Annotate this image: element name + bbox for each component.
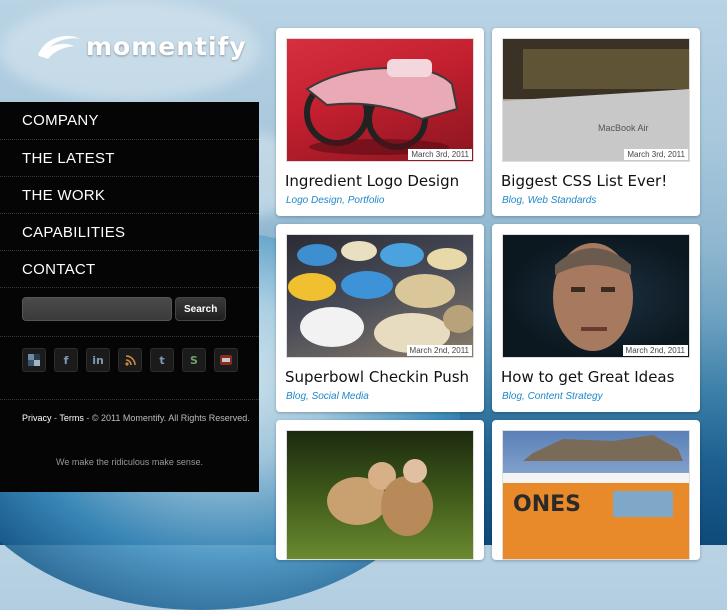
post-tags: Blog, Content Strategy <box>502 391 603 402</box>
nav-item-capabilities[interactable]: CAPABILITIES <box>0 214 259 251</box>
tag-link[interactable]: Web Standards <box>528 195 597 206</box>
monkeys-image <box>327 459 433 536</box>
tag-link[interactable]: Blog <box>502 195 522 206</box>
youtube-icon[interactable] <box>214 348 238 372</box>
logo-icon <box>38 35 80 59</box>
linkedin-icon[interactable]: in <box>86 348 110 372</box>
vehicle-image <box>304 59 459 155</box>
rss-icon[interactable] <box>118 348 142 372</box>
terms-link[interactable]: Terms <box>59 413 84 423</box>
post-card[interactable]: ONES <box>492 420 700 560</box>
post-thumbnail[interactable]: ONES <box>502 430 690 560</box>
badges-image <box>288 241 473 353</box>
skype-icon[interactable]: S <box>182 348 206 372</box>
site-logo[interactable]: momentify <box>36 32 247 61</box>
brand-name: momentify <box>86 32 247 61</box>
post-thumbnail[interactable]: March 2nd, 2011 <box>502 234 690 358</box>
search-input[interactable] <box>22 297 172 321</box>
post-card[interactable]: March 2nd, 2011 How to get Great Ideas B… <box>492 224 700 412</box>
post-card[interactable]: March 2nd, 2011 Superbowl Checkin Push B… <box>276 224 484 412</box>
nav-item-the-work[interactable]: THE WORK <box>0 177 259 214</box>
tag-link[interactable]: Logo Design <box>286 195 342 206</box>
divider <box>0 336 259 337</box>
tag-link[interactable]: Blog <box>286 391 306 402</box>
copyright-text: - © 2011 Momentify. All Rights Reserved. <box>83 413 250 423</box>
svg-text:ONES: ONES <box>513 492 581 517</box>
post-title[interactable]: Biggest CSS List Ever! <box>501 172 667 190</box>
search-form: Search <box>22 297 227 321</box>
privacy-link[interactable]: Privacy <box>22 413 52 423</box>
social-links: f in t S <box>22 348 238 372</box>
post-card[interactable]: March 3rd, 2011 Ingredient Logo Design L… <box>276 28 484 216</box>
post-tags: Blog, Web Standards <box>502 195 597 206</box>
post-thumbnail[interactable]: March 3rd, 2011 <box>286 38 474 162</box>
tagline: We make the ridiculous make sense. <box>56 457 203 467</box>
tag-link[interactable]: Blog <box>502 391 522 402</box>
post-date: March 3rd, 2011 <box>408 149 472 160</box>
nav-item-the-latest[interactable]: THE LATEST <box>0 140 259 177</box>
twitter-icon[interactable]: t <box>150 348 174 372</box>
post-card[interactable]: MacBook Air March 3rd, 2011 Biggest CSS … <box>492 28 700 216</box>
facebook-icon[interactable]: f <box>54 348 78 372</box>
search-button[interactable]: Search <box>175 297 227 321</box>
post-thumbnail[interactable]: MacBook Air March 3rd, 2011 <box>502 38 690 162</box>
footer-links: Privacy - Terms - © 2011 Momentify. All … <box>22 413 250 423</box>
delicious-icon[interactable] <box>22 348 46 372</box>
bus-image: ONES <box>503 435 689 559</box>
nav-item-contact[interactable]: CONTACT <box>0 251 259 288</box>
tag-link[interactable]: Social Media <box>312 391 369 402</box>
svg-text:MacBook Air: MacBook Air <box>598 123 649 133</box>
post-thumbnail[interactable]: March 2nd, 2011 <box>286 234 474 358</box>
post-date: March 2nd, 2011 <box>622 345 688 356</box>
post-title[interactable]: Superbowl Checkin Push <box>285 368 469 386</box>
tag-link[interactable]: Content Strategy <box>528 391 603 402</box>
main-nav: COMPANY THE LATEST THE WORK CAPABILITIES… <box>0 102 259 288</box>
post-date: March 3rd, 2011 <box>624 149 688 160</box>
laptop-image: MacBook Air <box>503 39 689 161</box>
post-card[interactable] <box>276 420 484 560</box>
post-tags: Logo Design, Portfolio <box>286 195 385 206</box>
sidebar: COMPANY THE LATEST THE WORK CAPABILITIES… <box>0 102 259 492</box>
divider <box>0 399 259 400</box>
post-thumbnail[interactable] <box>286 430 474 560</box>
post-title[interactable]: Ingredient Logo Design <box>285 172 459 190</box>
tag-link[interactable]: Portfolio <box>348 195 385 206</box>
portrait-image <box>553 243 633 351</box>
post-date: March 2nd, 2011 <box>406 345 472 356</box>
post-tags: Blog, Social Media <box>286 391 369 402</box>
post-title[interactable]: How to get Great Ideas <box>501 368 674 386</box>
nav-item-company[interactable]: COMPANY <box>0 102 259 140</box>
